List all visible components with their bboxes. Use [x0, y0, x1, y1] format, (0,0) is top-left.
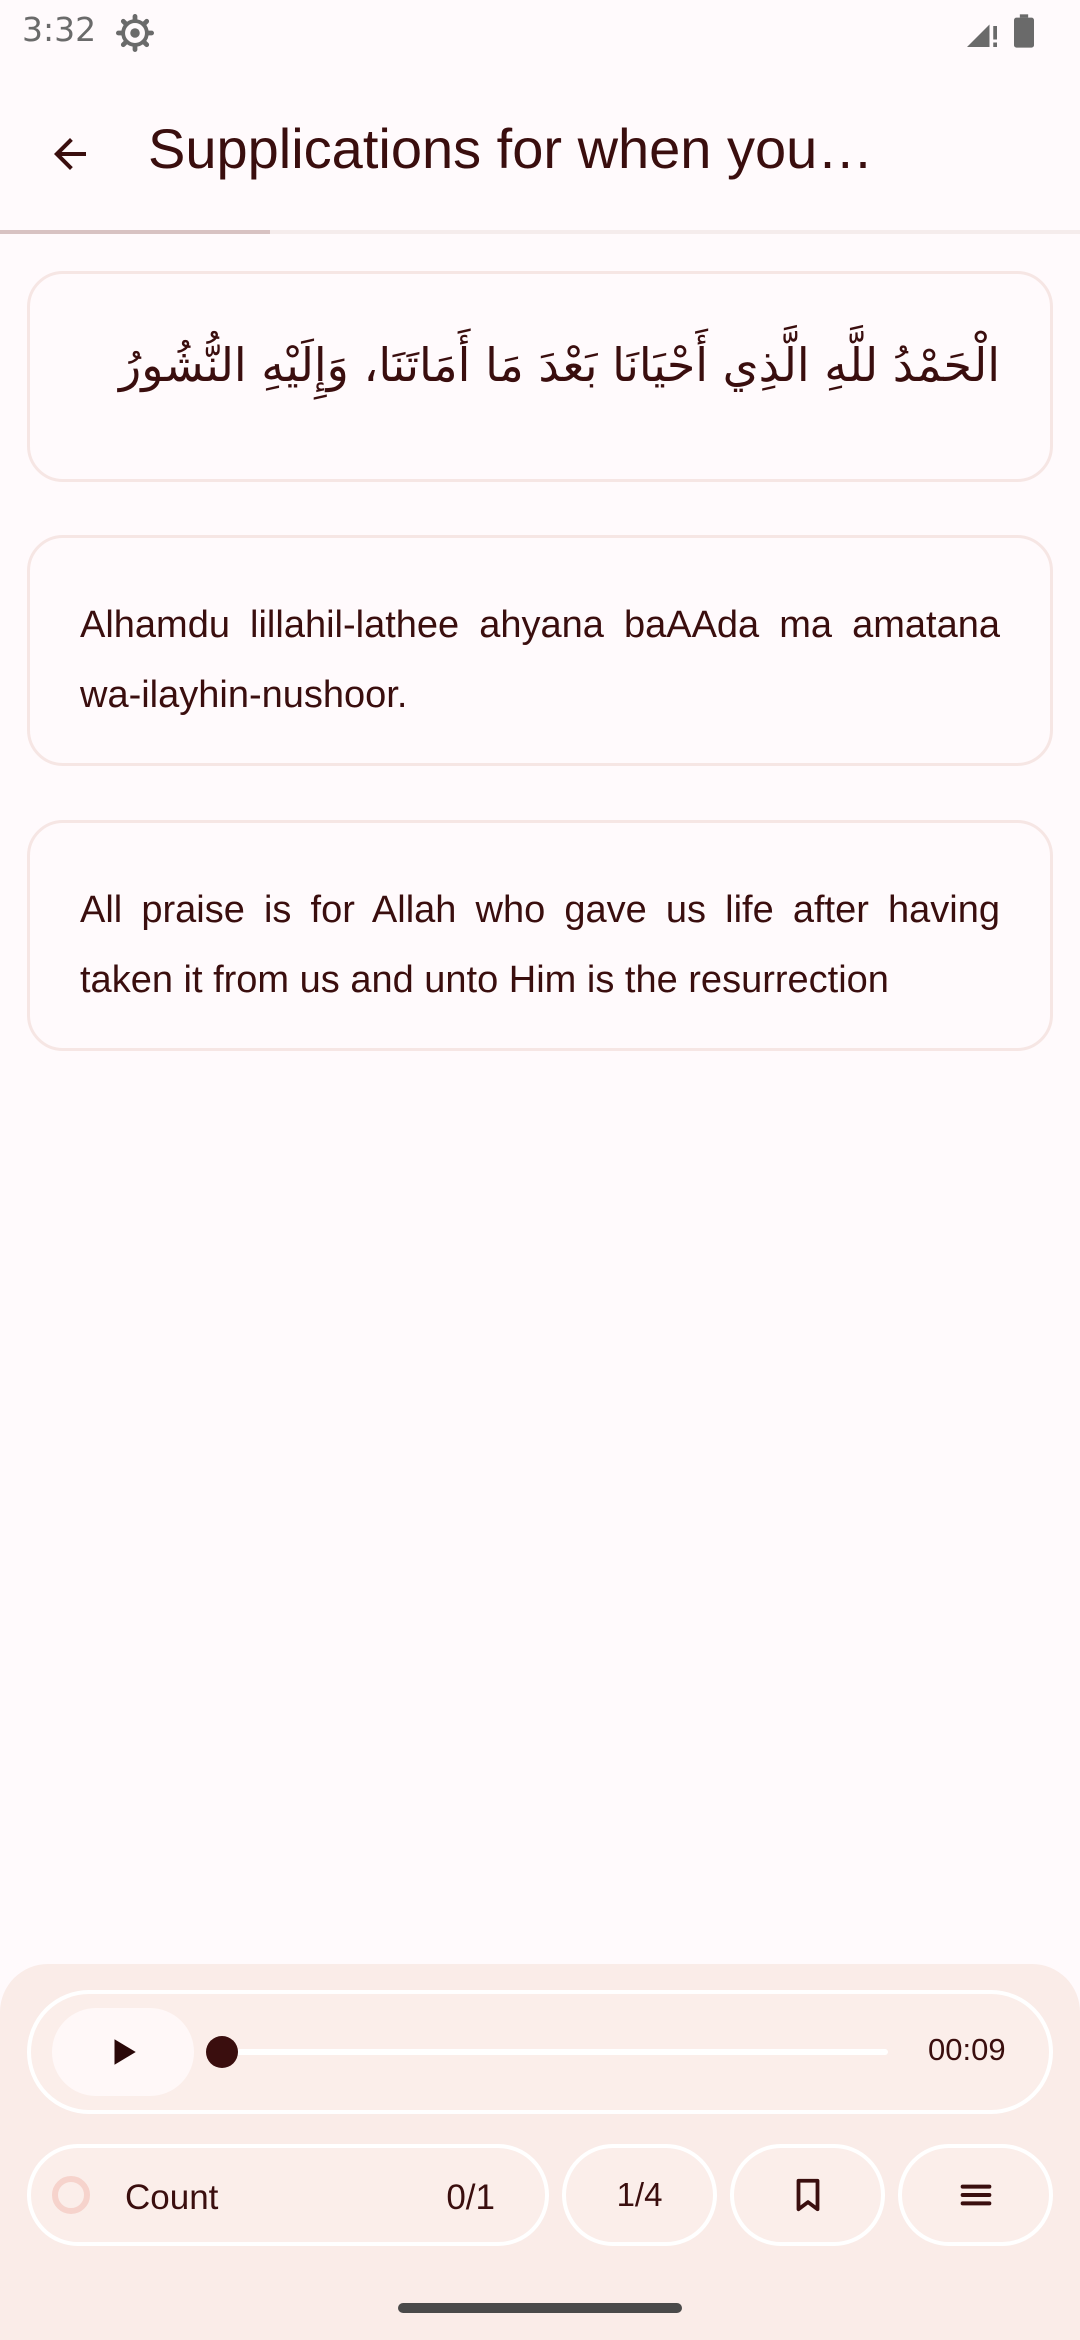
status-bar: 3:32 [0, 0, 1080, 66]
arabic-text-card: الْحَمْدُ للَّهِ الَّذِي أَحْيَانَا بَعْ… [27, 271, 1053, 482]
page-indicator: 1/4 [616, 2176, 663, 2213]
reading-progress-fill [0, 230, 270, 234]
translation-text: All praise is for Allah who gave us life… [80, 889, 1000, 1001]
reading-progress-bar [0, 230, 1080, 234]
settings-gear-icon [116, 14, 154, 52]
battery-icon [1014, 14, 1034, 48]
home-indicator[interactable] [398, 2303, 682, 2313]
count-ring-icon [52, 2176, 90, 2214]
duration-label: 00:09 [928, 2032, 1006, 2067]
play-icon [114, 2039, 136, 2065]
back-button[interactable] [30, 114, 110, 194]
menu-icon [960, 2184, 991, 2206]
seek-thumb[interactable] [206, 2036, 238, 2068]
page-indicator-button[interactable]: 1/4 [562, 2144, 717, 2246]
signal-icon [967, 24, 997, 47]
seek-bar[interactable] [222, 2049, 888, 2055]
menu-button[interactable] [898, 2144, 1053, 2246]
play-button[interactable] [52, 2008, 194, 2096]
translation-card: All praise is for Allah who gave us life… [27, 820, 1053, 1051]
bookmark-icon [796, 2178, 819, 2212]
count-value: 0/1 [446, 2178, 495, 2217]
arrow-back-icon [54, 138, 86, 170]
count-label: Count [125, 2178, 219, 2217]
arabic-supplication-text: الْحَمْدُ للَّهِ الَّذِي أَحْيَانَا بَعْ… [118, 338, 1000, 392]
transliteration-card: Alhamdu lillahil-lathee ahyana baAAda ma… [27, 535, 1053, 766]
app-bar: Supplications for when you… [0, 66, 1080, 232]
bookmark-button[interactable] [730, 2144, 885, 2246]
status-time: 3:32 [22, 10, 97, 49]
page-title: Supplications for when you… [148, 117, 874, 180]
count-button[interactable]: Count 0/1 [27, 2144, 549, 2246]
transliteration-text: Alhamdu lillahil-lathee ahyana baAAda ma… [80, 604, 1000, 716]
